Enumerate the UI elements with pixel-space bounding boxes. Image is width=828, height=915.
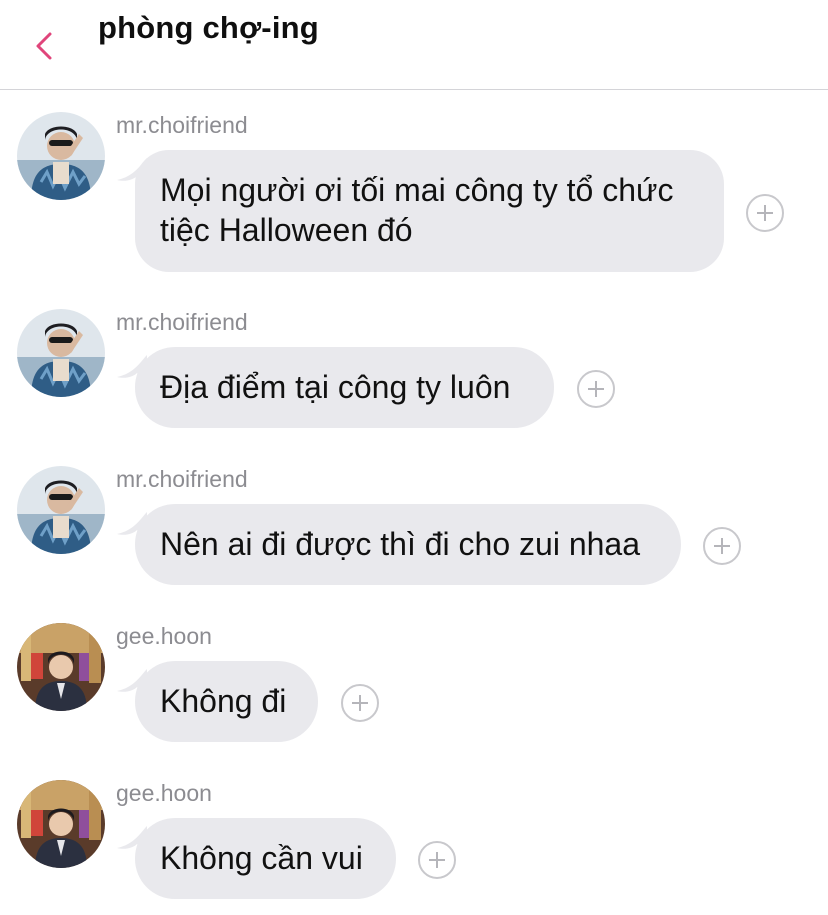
message-bubble[interactable]: Không cần vui [135,818,396,899]
message-text-line: Mọi người ơi tối mai công ty tổ chức [160,172,674,208]
chevron-left-icon [36,32,52,60]
sender-name: gee.hoon [116,623,212,649]
message-list: mr.choifriend Mọi người ơi tối mai công … [0,90,828,915]
sender-name: mr.choifriend [116,112,248,138]
plus-icon [352,695,368,711]
message-text: Không cần vui [160,840,363,876]
sender-name: gee.hoon [116,780,212,806]
message-text-line: tiệc Halloween đó [160,212,413,248]
message-bubble[interactable]: Nên ai đi được thì đi cho zui nhaa [135,504,681,585]
chat-title: phòng chợ-ing [98,10,319,45]
add-reaction-button[interactable] [703,527,741,565]
sender-name: mr.choifriend [116,466,248,492]
message-text: Nên ai đi được thì đi cho zui nhaa [160,526,641,562]
message-bubble[interactable]: Không đi [135,661,318,742]
add-reaction-button[interactable] [577,370,615,408]
sender-name: mr.choifriend [116,309,248,335]
avatar-gee-hoon[interactable] [17,780,105,868]
plus-icon [588,381,604,397]
avatar-mr-choifriend[interactable] [17,112,105,200]
chat-header: phòng chợ-ing [0,0,828,90]
avatar-mr-choifriend[interactable] [17,309,105,397]
message-text: Địa điểm tại công ty luôn [160,369,511,405]
plus-icon [429,852,445,868]
add-reaction-button[interactable] [341,684,379,722]
message-bubble[interactable]: Mọi người ơi tối mai công ty tổ chức tiệ… [135,150,724,272]
message-text: Không đi [160,683,287,719]
add-reaction-button[interactable] [746,194,784,232]
message-bubble[interactable]: Địa điểm tại công ty luôn [135,347,554,428]
plus-icon [757,205,773,221]
avatar-mr-choifriend[interactable] [17,466,105,554]
back-button[interactable] [26,24,62,68]
plus-icon [714,538,730,554]
avatar-gee-hoon[interactable] [17,623,105,711]
add-reaction-button[interactable] [418,841,456,879]
